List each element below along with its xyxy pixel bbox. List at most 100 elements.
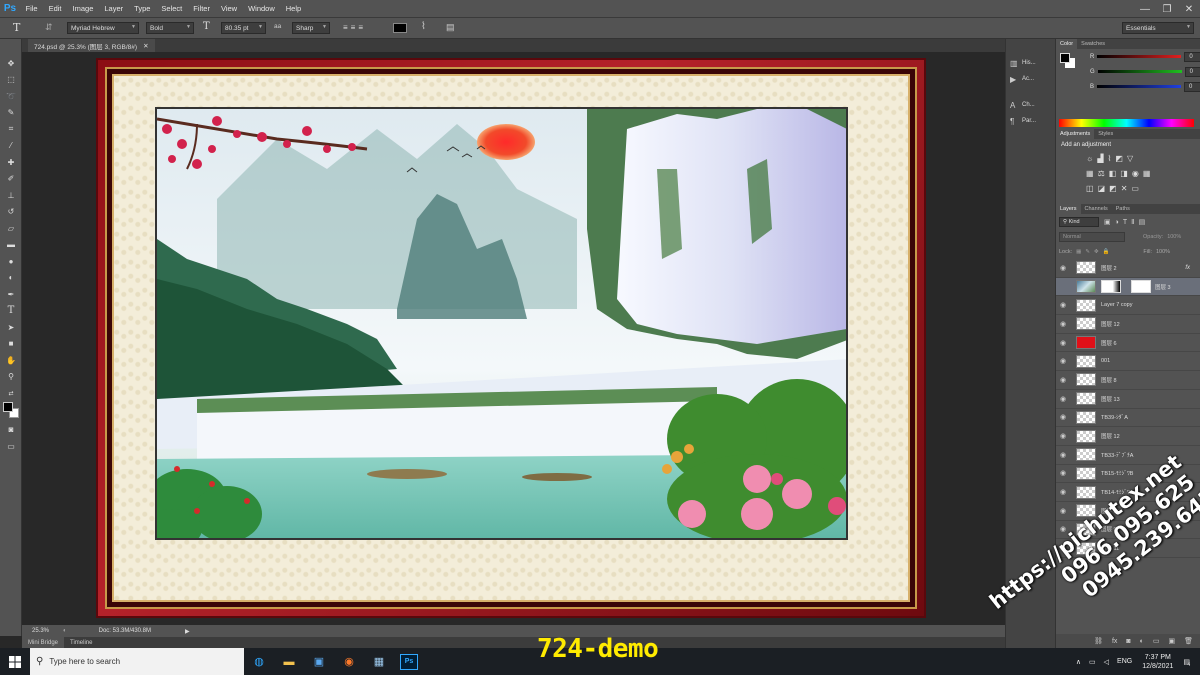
vibrance-icon[interactable]: ▦	[1086, 169, 1094, 178]
bw-icon[interactable]: ◨	[1120, 169, 1128, 178]
close-document-icon[interactable]: ✕	[143, 42, 148, 50]
clock[interactable]: 7:37 PM 12/8/2021	[1142, 653, 1173, 671]
character-panel-icon[interactable]: ▤	[446, 22, 455, 33]
tab-layers[interactable]: Layers	[1056, 204, 1081, 214]
hue-icon[interactable]: ⚖	[1098, 169, 1105, 178]
taskbar-search[interactable]: ⚲ Type here to search	[30, 648, 244, 675]
layer-mask-thumbnail[interactable]	[1101, 280, 1121, 294]
dock-paragraph[interactable]: ¶ Par...	[1006, 113, 1055, 129]
layer-row[interactable]: ◉ TB39-ｼﾀﾞA	[1056, 409, 1200, 428]
screen-mode-icon[interactable]: ▭	[0, 438, 22, 455]
menu-item-help[interactable]: Help	[280, 4, 306, 13]
foreground-color[interactable]	[3, 401, 13, 412]
tray-up-icon[interactable]: ∧	[1076, 658, 1081, 666]
marquee-tool-icon[interactable]: ⬚	[0, 72, 22, 89]
start-button[interactable]	[0, 648, 30, 675]
layer-row[interactable]: ◉ Layer 7 copy	[1056, 296, 1200, 316]
color-panel-foreground[interactable]	[1060, 53, 1070, 63]
firefox-icon[interactable]: ◉	[334, 648, 364, 675]
gradient-map-icon[interactable]: ▽	[1127, 154, 1133, 163]
layer-row[interactable]: ◉ 图层 2 fx	[1056, 259, 1200, 278]
move-tool-icon[interactable]: ✥	[0, 55, 22, 72]
new-layer-icon[interactable]: ▣	[1168, 637, 1175, 645]
menu-item-file[interactable]: File	[20, 4, 43, 13]
tab-timeline[interactable]: Timeline	[64, 640, 98, 646]
network-icon[interactable]: ▭	[1089, 658, 1096, 666]
visibility-eye-icon[interactable]: ◉	[1056, 507, 1070, 515]
calculator-icon[interactable]: ▦	[364, 648, 394, 675]
lock-icons[interactable]: ▦✎✥🔒	[1076, 249, 1113, 255]
blend-mode-select[interactable]: Normal	[1059, 231, 1125, 242]
font-style-select[interactable]: Bold ▼	[146, 22, 194, 34]
dock-actions[interactable]: ▶ Ac...	[1006, 71, 1055, 87]
layer-row[interactable]: ◉ 图层 6	[1056, 334, 1200, 353]
tab-paths[interactable]: Paths	[1112, 204, 1134, 214]
layer-row[interactable]: 图层 3	[1056, 277, 1200, 297]
visibility-eye-icon[interactable]: ◉	[1056, 339, 1070, 347]
dock-character[interactable]: A Ch...	[1006, 97, 1055, 113]
channel-slider[interactable]	[1097, 70, 1182, 73]
antialias-select[interactable]: Sharp ▼	[292, 22, 330, 34]
text-color-swatch[interactable]	[393, 23, 407, 33]
eraser-tool-icon[interactable]: ▱	[0, 220, 22, 237]
visibility-eye-icon[interactable]: ◉	[1056, 413, 1070, 421]
path-select-tool-icon[interactable]: ➤	[0, 319, 22, 336]
visibility-eye-icon[interactable]: ◉	[1056, 264, 1070, 272]
text-orientation-icon[interactable]: ⇵	[45, 22, 53, 33]
group-icon[interactable]: ▭	[1153, 637, 1160, 645]
warp-text-icon[interactable]: ⌇	[421, 21, 426, 32]
menu-item-image[interactable]: Image	[67, 4, 99, 13]
delete-layer-icon[interactable]: 🗑	[1184, 637, 1193, 645]
mask-icon[interactable]: ◙	[1126, 638, 1130, 645]
visibility-eye-icon[interactable]: ◉	[1056, 488, 1070, 496]
menu-item-filter[interactable]: Filter	[188, 4, 216, 13]
layer-fx-badge[interactable]: fx	[1185, 265, 1190, 271]
menu-item-edit[interactable]: Edit	[43, 4, 67, 13]
link-layers-icon[interactable]: ⛓	[1094, 637, 1103, 645]
vector-mask-thumbnail[interactable]	[1131, 280, 1151, 294]
healing-tool-icon[interactable]: ✚	[0, 154, 22, 171]
gradient-icon[interactable]: ▭	[1131, 184, 1139, 193]
channel-value[interactable]: 0	[1184, 51, 1200, 62]
layer-row[interactable]: ◉ 图层 8	[1056, 371, 1200, 390]
tab-swatches[interactable]: Swatches	[1077, 39, 1109, 49]
visibility-eye-icon[interactable]: ◉	[1056, 320, 1070, 328]
threshold-icon[interactable]: ◩	[1109, 184, 1117, 193]
layer-row[interactable]: ◉ 001	[1056, 352, 1200, 372]
canvas-area[interactable]	[22, 52, 1005, 625]
default-colors-icon[interactable]: ⇄	[0, 385, 22, 402]
eyedropper-tool-icon[interactable]: ⁄	[0, 138, 22, 155]
visibility-eye-icon[interactable]: ◉	[1056, 395, 1070, 403]
dock-history[interactable]: ▥ His...	[1006, 55, 1055, 71]
language-indicator[interactable]: ENG	[1117, 658, 1132, 665]
edge-icon[interactable]: ◍	[244, 648, 274, 675]
visibility-eye-icon[interactable]: ◉	[1056, 357, 1070, 365]
visibility-eye-icon[interactable]: ◉	[1056, 451, 1070, 459]
maximize-button[interactable]: ❐	[1156, 0, 1178, 18]
visibility-eye-icon[interactable]: ◉	[1056, 469, 1070, 477]
notifications-icon[interactable]: ▤ 4	[1183, 658, 1190, 668]
visibility-eye-icon[interactable]: ◉	[1056, 301, 1070, 309]
workspace-select[interactable]: Essentials ▼	[1122, 22, 1194, 34]
brightness-icon[interactable]: ☼	[1086, 154, 1093, 163]
close-button[interactable]: ✕	[1178, 0, 1200, 18]
speaker-icon[interactable]: ◁	[1104, 658, 1109, 666]
photo-filter-icon[interactable]: ◉	[1132, 169, 1139, 178]
invert-icon[interactable]: ◫	[1086, 184, 1094, 193]
blur-tool-icon[interactable]: ●	[0, 253, 22, 270]
menu-item-layer[interactable]: Layer	[99, 4, 129, 13]
file-explorer-icon[interactable]: ▬	[274, 648, 304, 675]
channel-value[interactable]: 0	[1184, 66, 1200, 77]
align-buttons[interactable]: ≡≡≡	[343, 23, 366, 32]
fx-icon[interactable]: fx	[1112, 638, 1117, 645]
selective-color-icon[interactable]: ✕	[1121, 184, 1128, 193]
quick-mask-icon[interactable]: ◙	[0, 422, 22, 439]
opacity-value[interactable]: 100%	[1167, 234, 1181, 240]
layer-row[interactable]: ◉ 图层 12	[1056, 427, 1200, 446]
zoom-level[interactable]: 25.3%	[32, 628, 49, 634]
brush-tool-icon[interactable]: ✐	[0, 171, 22, 188]
menu-item-view[interactable]: View	[215, 4, 242, 13]
layer-filter-select[interactable]: ⚲ Kind	[1059, 216, 1099, 227]
posterize-icon[interactable]: ◪	[1098, 184, 1106, 193]
store-icon[interactable]: ▣	[304, 648, 334, 675]
